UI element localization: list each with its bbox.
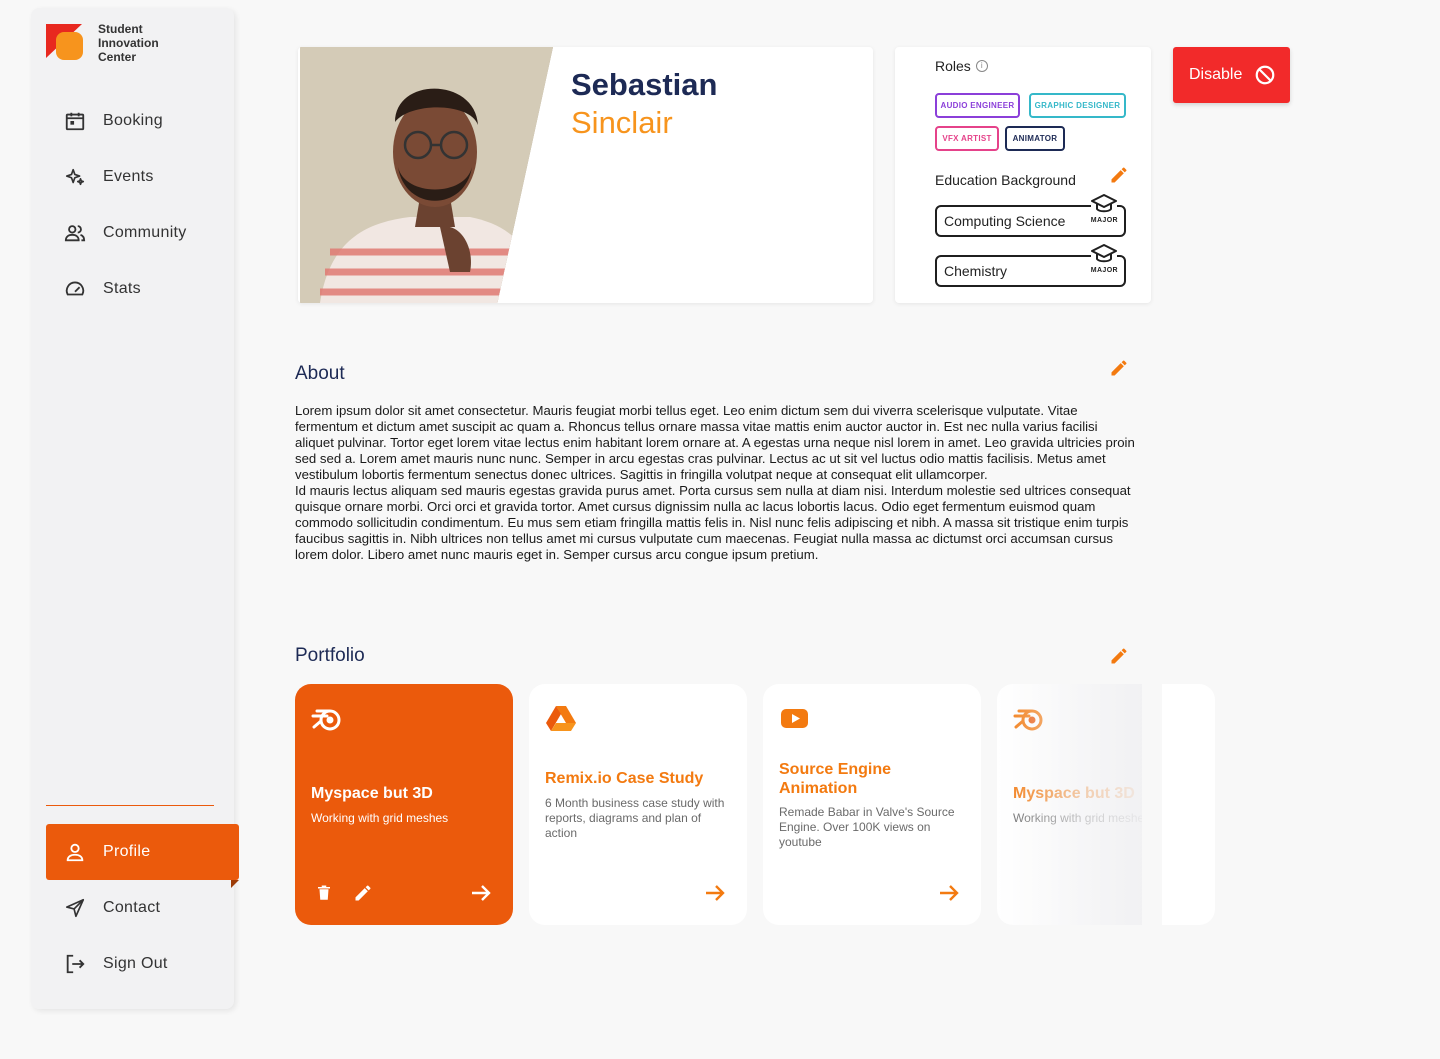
- role-tag-graphic-designer: GRAPHIC DESIGNER: [1029, 93, 1126, 118]
- sidebar-item-stats[interactable]: Stats: [46, 261, 239, 317]
- education-item-label: Computing Science: [944, 213, 1066, 229]
- sidebar-item-label: Community: [103, 224, 187, 241]
- roles-title: Roles i: [935, 58, 988, 74]
- blender-icon: [311, 709, 341, 731]
- profile-photo: [300, 47, 553, 303]
- person-icon: [62, 839, 88, 865]
- role-tag-vfx-artist: VFX ARTIST: [935, 126, 999, 151]
- disable-button[interactable]: Disable: [1173, 47, 1290, 103]
- profile-first-name: Sebastian: [571, 67, 718, 102]
- sidebar-item-label: Sign Out: [103, 955, 168, 972]
- people-icon: [62, 220, 88, 246]
- portfolio-card[interactable]: Myspace but 3D Working with grid meshes: [997, 684, 1215, 925]
- sparkle-icon: [62, 164, 88, 190]
- sidebar-item-community[interactable]: Community: [46, 205, 239, 261]
- sidebar-item-label: Events: [103, 168, 154, 185]
- sidebar-item-booking[interactable]: Booking: [46, 93, 239, 149]
- graduation-cap-icon: [1091, 193, 1118, 215]
- blender-icon: [1013, 709, 1043, 731]
- info-icon[interactable]: i: [975, 60, 988, 72]
- portfolio-title: Portfolio: [295, 645, 365, 666]
- sidebar-item-label: Profile: [103, 843, 151, 860]
- portfolio-card-desc: Working with grid meshes: [311, 811, 449, 825]
- roles-title-text: Roles: [935, 58, 971, 74]
- major-badge: MAJOR: [1091, 243, 1118, 274]
- arrow-right-icon[interactable]: [937, 881, 961, 905]
- edit-education-icon[interactable]: [1109, 165, 1129, 185]
- portfolio-card-title: Myspace but 3D: [1013, 785, 1135, 802]
- sidebar: Student Innovation Center Booking Events…: [31, 8, 239, 1009]
- portfolio-card-title: Remix.io Case Study: [545, 770, 704, 787]
- about-text: Lorem ipsum dolor sit amet consectetur. …: [295, 403, 1140, 563]
- graduation-cap-icon: [1091, 243, 1118, 265]
- arrow-right-icon[interactable]: [703, 881, 727, 905]
- education-item: Computing Science MAJOR: [935, 193, 1126, 237]
- arrow-right-icon[interactable]: [469, 881, 493, 905]
- sidebar-item-profile[interactable]: Profile: [46, 824, 239, 888]
- google-drive-icon: [546, 706, 576, 731]
- education-title: Education Background: [935, 172, 1076, 188]
- sidebar-item-contact[interactable]: Contact: [46, 880, 239, 936]
- pencil-icon[interactable]: [353, 883, 373, 903]
- youtube-icon: [781, 709, 808, 728]
- portfolio-card-desc: 6 Month business case study with reports…: [545, 796, 725, 840]
- speedometer-icon: [62, 276, 88, 302]
- major-label: MAJOR: [1090, 267, 1118, 274]
- major-label: MAJOR: [1090, 217, 1118, 224]
- role-tag-animator: ANIMATOR: [1005, 126, 1065, 151]
- sidebar-item-label: Contact: [103, 899, 161, 916]
- logo-icon: [46, 22, 84, 62]
- education-item-label: Chemistry: [944, 263, 1008, 279]
- sidebar-item-label: Booking: [103, 112, 163, 129]
- about-paragraph: Id mauris lectus aliquam sed mauris eges…: [295, 483, 1131, 562]
- portfolio-clip: [1142, 680, 1162, 930]
- profile-last-name: Sinclair: [571, 105, 673, 140]
- portfolio-card-desc: Remade Babar in Valve's Source Engine. O…: [779, 805, 955, 849]
- portfolio-card[interactable]: Myspace but 3D Working with grid meshes: [295, 684, 513, 925]
- edit-about-icon[interactable]: [1109, 358, 1129, 378]
- role-tag-audio-engineer: AUDIO ENGINEER: [935, 93, 1020, 118]
- profile-card: Sebastian Sinclair: [298, 47, 873, 303]
- major-badge: MAJOR: [1091, 193, 1118, 224]
- edit-portfolio-icon[interactable]: [1109, 646, 1129, 666]
- portfolio-card[interactable]: Remix.io Case Study 6 Month business cas…: [529, 684, 747, 925]
- portfolio-card-desc: Working with grid meshes: [1013, 811, 1151, 825]
- portfolio-card[interactable]: Source Engine Animation Remade Babar in …: [763, 684, 981, 925]
- sidebar-item-events[interactable]: Events: [46, 149, 239, 205]
- sidebar-item-sign-out[interactable]: Sign Out: [46, 936, 239, 992]
- education-item: Chemistry MAJOR: [935, 243, 1126, 287]
- disable-button-label: Disable: [1189, 66, 1243, 83]
- roles-card: Roles i AUDIO ENGINEER GRAPHIC DESIGNER …: [895, 47, 1151, 303]
- divider: [46, 805, 214, 806]
- send-icon: [62, 895, 88, 921]
- block-icon: [1256, 65, 1275, 85]
- portfolio-card-title: Myspace but 3D: [311, 785, 433, 802]
- calendar-icon: [62, 108, 88, 134]
- portfolio-card-title: Source Engine Animation: [779, 761, 892, 797]
- sidebar-item-label: Stats: [103, 280, 141, 297]
- about-paragraph: Lorem ipsum dolor sit amet consectetur. …: [295, 403, 1135, 482]
- logout-icon: [62, 951, 88, 977]
- about-title: About: [295, 363, 345, 384]
- brand-name: Student Innovation Center: [98, 22, 159, 64]
- brand[interactable]: Student Innovation Center: [46, 22, 178, 64]
- trash-icon[interactable]: [315, 883, 333, 903]
